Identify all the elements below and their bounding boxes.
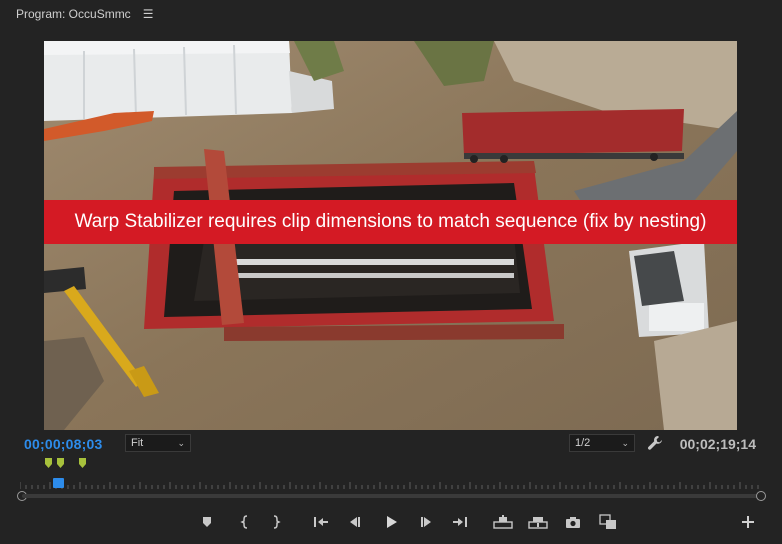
play-icon xyxy=(387,516,397,528)
zoom-scroll-end-handle[interactable] xyxy=(756,491,766,501)
step-back-button[interactable] xyxy=(344,511,366,533)
transport-controls xyxy=(0,511,782,533)
lift-icon xyxy=(493,515,513,529)
wrench-icon[interactable] xyxy=(647,435,663,451)
comparison-view-icon xyxy=(599,514,616,529)
marker-icon xyxy=(203,517,211,527)
time-ruler[interactable] xyxy=(20,478,762,490)
step-forward-button[interactable] xyxy=(415,511,437,533)
extract-button[interactable] xyxy=(527,511,549,533)
mark-out-button[interactable] xyxy=(265,511,287,533)
plus-icon xyxy=(742,516,754,528)
comparison-view-button[interactable] xyxy=(597,511,619,533)
zoom-scrollbar[interactable] xyxy=(22,494,758,498)
playhead[interactable] xyxy=(53,478,64,488)
export-frame-button[interactable] xyxy=(562,511,584,533)
play-button[interactable] xyxy=(380,511,402,533)
go-to-in-icon xyxy=(314,517,328,527)
mark-in-icon xyxy=(240,515,248,529)
add-marker-button[interactable] xyxy=(196,511,218,533)
warp-stabilizer-warning: Warp Stabilizer requires clip dimensions… xyxy=(44,200,737,244)
chevron-down-icon: ⌄ xyxy=(177,437,185,448)
panel-title[interactable]: Program: OccuSmmc xyxy=(16,7,131,21)
camera-icon xyxy=(566,516,580,528)
lift-button[interactable] xyxy=(492,511,514,533)
go-to-out-button[interactable] xyxy=(449,511,471,533)
marker-icon[interactable] xyxy=(57,458,64,468)
marker-track xyxy=(0,458,782,472)
chevron-down-icon: ⌄ xyxy=(621,437,629,448)
mark-out-icon xyxy=(273,515,281,529)
hamburger-menu-icon[interactable]: ☰ xyxy=(143,7,154,21)
zoom-dropdown-value: Fit xyxy=(131,437,144,449)
button-editor-button[interactable] xyxy=(737,511,759,533)
marker-icon[interactable] xyxy=(79,458,86,468)
step-forward-icon xyxy=(421,517,431,527)
zoom-dropdown[interactable]: Fit ⌄ xyxy=(125,434,191,452)
duration-timecode: 00;02;19;14 xyxy=(679,436,756,452)
program-monitor-viewer[interactable]: Warp Stabilizer requires clip dimensions… xyxy=(44,41,737,430)
resolution-dropdown[interactable]: 1/2 ⌄ xyxy=(569,434,635,452)
resolution-dropdown-value: 1/2 xyxy=(575,437,591,449)
extract-icon xyxy=(528,517,548,529)
marker-icon[interactable] xyxy=(45,458,52,468)
current-timecode[interactable]: 00;00;08;03 xyxy=(24,436,102,452)
mark-in-button[interactable] xyxy=(234,511,256,533)
go-to-out-icon xyxy=(453,517,467,527)
step-back-icon xyxy=(350,517,360,527)
go-to-in-button[interactable] xyxy=(310,511,332,533)
panel-header: Program: OccuSmmc ☰ xyxy=(0,0,782,28)
